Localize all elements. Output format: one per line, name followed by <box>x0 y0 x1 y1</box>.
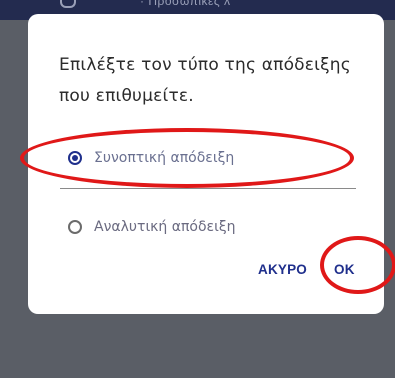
dialog-title: Επιλέξτε τον τύπο της απόδειξης που επιθ… <box>59 55 351 106</box>
app-header-text: · Προσωπικές λ <box>140 0 231 8</box>
option-label: Συνοπτική απόδειξη <box>94 150 235 166</box>
option-label: Αναλυτική απόδειξη <box>94 219 236 235</box>
radio-unselected-icon[interactable] <box>68 220 82 234</box>
radio-selected-icon[interactable] <box>68 151 82 165</box>
background-overlay <box>0 330 395 378</box>
receipt-type-dialog: Επιλέξτε τον τύπο της απόδειξης που επιθ… <box>28 14 384 314</box>
cancel-button[interactable]: ΑΚΥΡΟ <box>258 262 307 277</box>
option-summary-receipt[interactable]: Συνοπτική απόδειξη <box>68 147 234 169</box>
option-detailed-receipt[interactable]: Αναλυτική απόδειξη <box>68 216 236 238</box>
divider <box>60 188 356 189</box>
app-header-icon <box>60 0 76 8</box>
ok-button[interactable]: OK <box>334 262 355 277</box>
